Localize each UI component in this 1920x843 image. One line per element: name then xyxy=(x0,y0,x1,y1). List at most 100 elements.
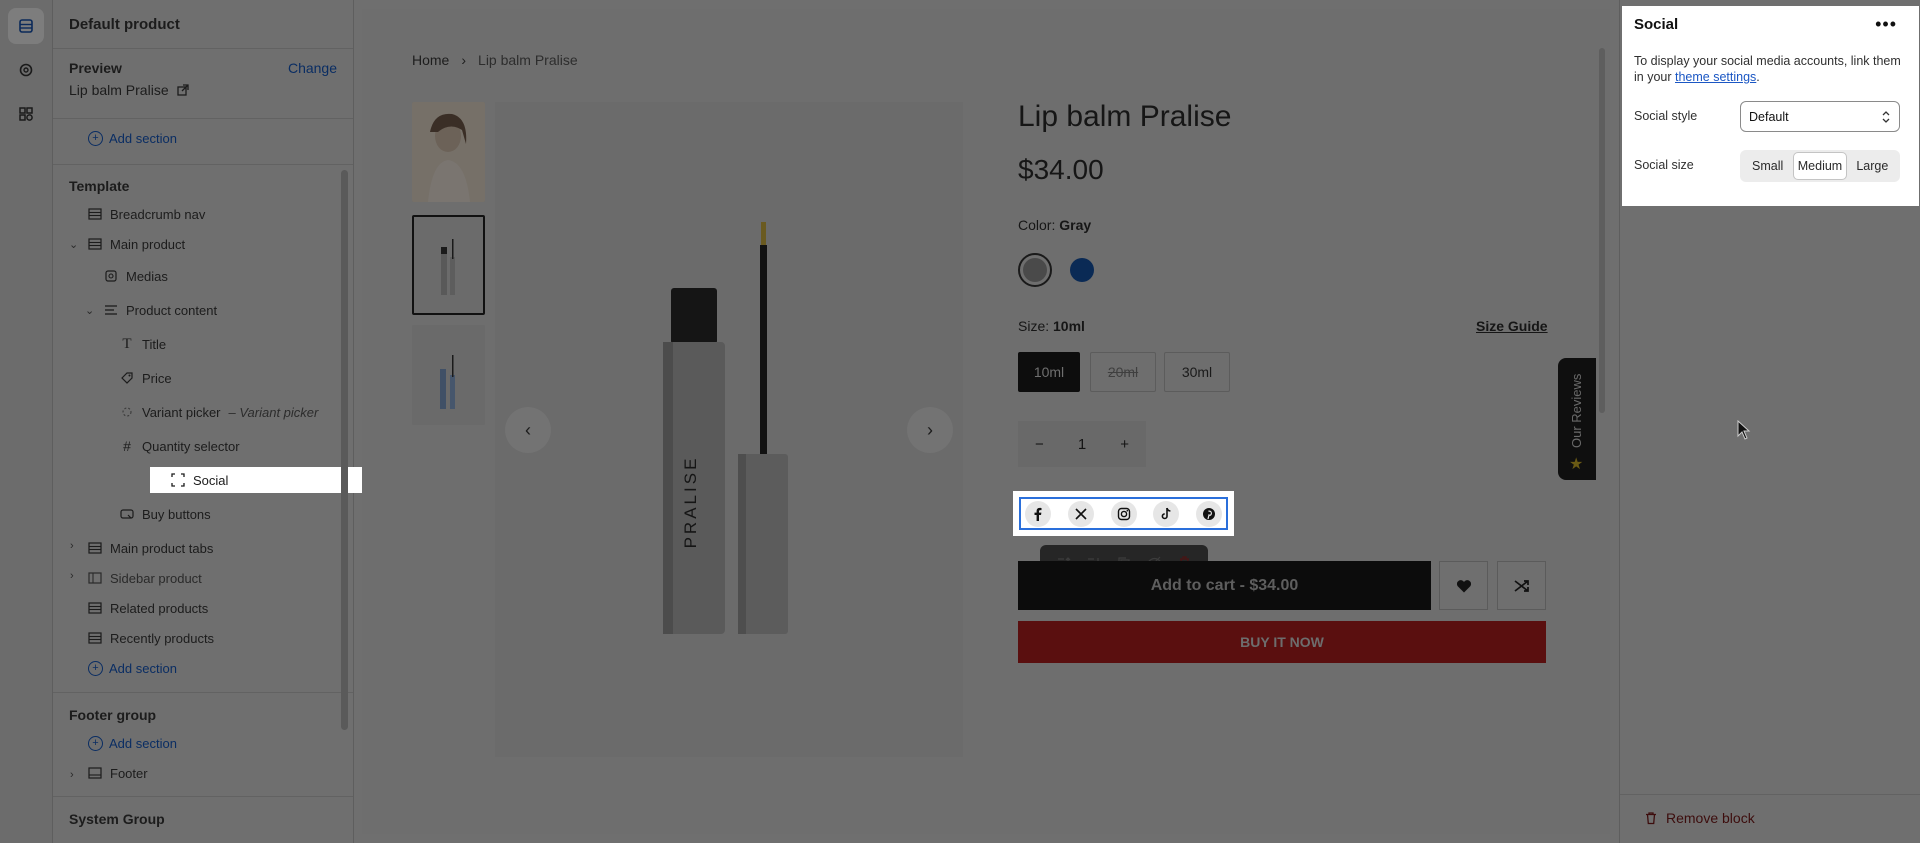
breadcrumb-home[interactable]: Home xyxy=(412,52,449,68)
tree-item-recently-products[interactable]: Recently products xyxy=(88,625,214,651)
breadcrumb: Home › Lip balm Pralise xyxy=(412,52,578,68)
size-option-20ml[interactable]: 20ml xyxy=(1090,352,1156,392)
product-thumbnail[interactable] xyxy=(412,325,485,425)
tree-item-label: Medias xyxy=(126,268,168,284)
tree-item-product-content[interactable]: Product content xyxy=(104,297,217,323)
preview-value[interactable]: Lip balm Pralise xyxy=(69,82,189,98)
text-t-icon: T xyxy=(122,335,132,352)
settings-description: To display your social media accounts, l… xyxy=(1634,53,1904,85)
tree-item-main-product-tabs[interactable]: Main product tabs xyxy=(88,535,213,561)
add-to-cart-button[interactable]: Add to cart - $34.00 xyxy=(1018,561,1431,610)
sidebar-scrollbar[interactable] xyxy=(341,170,348,730)
tree-item-main-product[interactable]: Main product xyxy=(88,231,185,257)
qty-plus-button[interactable]: + xyxy=(1120,436,1129,453)
theme-settings-link[interactable]: theme settings xyxy=(1675,70,1756,84)
tree-item-medias[interactable]: Medias xyxy=(104,263,168,289)
text-block-icon xyxy=(104,303,118,317)
apps-icon[interactable] xyxy=(8,96,44,132)
size-option-10ml[interactable]: 10ml xyxy=(1018,352,1080,392)
qty-minus-button[interactable]: − xyxy=(1035,436,1044,453)
instagram-icon[interactable] xyxy=(1110,500,1137,527)
facebook-icon[interactable] xyxy=(1025,500,1051,527)
our-reviews-tab[interactable]: Our Reviews ★ xyxy=(1558,358,1596,480)
social-size-segmented: Small Medium Large xyxy=(1740,150,1900,182)
tree-item-title[interactable]: T Title xyxy=(120,331,166,357)
tree-item-label: Sidebar product xyxy=(110,570,202,586)
tree-item-sidebar-product[interactable]: Sidebar product xyxy=(88,565,378,591)
tree-item-label: Related products xyxy=(110,600,209,616)
tiktok-icon[interactable] xyxy=(1153,500,1180,527)
remove-block-button[interactable]: Remove block xyxy=(1644,810,1755,826)
tree-item-label: Main product xyxy=(110,236,186,252)
section-icon xyxy=(88,541,102,555)
add-section-button[interactable]: + Add section xyxy=(88,131,177,146)
preview-product-name: Lip balm Pralise xyxy=(69,82,169,98)
color-swatch-gray[interactable] xyxy=(1018,253,1052,287)
canvas-scrollbar[interactable] xyxy=(1599,48,1605,413)
size-option-medium[interactable]: Medium xyxy=(1793,152,1847,180)
size-guide-link[interactable]: Size Guide xyxy=(1476,318,1548,334)
social-style-select[interactable]: Default xyxy=(1740,101,1900,132)
swatch-fill xyxy=(1070,258,1094,282)
settings-gear-icon[interactable] xyxy=(8,52,44,88)
tree-item-breadcrumb-nav[interactable]: Breadcrumb nav xyxy=(88,201,205,227)
prev-image-button[interactable]: ‹ xyxy=(505,407,551,453)
add-section-button[interactable]: + Add section xyxy=(88,661,177,676)
chevron-down-icon[interactable]: ⌄ xyxy=(69,238,78,251)
block-settings-panel: Social ••• To display your social media … xyxy=(1619,0,1920,843)
next-image-button[interactable]: › xyxy=(907,407,953,453)
footer-group-label: Footer group xyxy=(69,707,157,723)
product-thumb-image xyxy=(412,325,485,425)
chevron-right-icon[interactable]: › xyxy=(70,540,74,552)
tree-item-related-products[interactable]: Related products xyxy=(88,595,208,621)
plus-circle-icon: + xyxy=(88,736,103,751)
pinterest-icon[interactable] xyxy=(1196,500,1222,527)
tree-item-label: Footer xyxy=(110,765,148,781)
hash-icon: # xyxy=(123,438,131,454)
buy-button-icon xyxy=(120,507,134,521)
size-option-large[interactable]: Large xyxy=(1847,152,1898,180)
size-option-30ml[interactable]: 30ml xyxy=(1164,352,1230,392)
social-block-highlight[interactable] xyxy=(1013,491,1234,536)
tree-item-buy-buttons[interactable]: Buy buttons xyxy=(120,501,211,527)
breadcrumb-separator-icon: › xyxy=(461,52,467,68)
tree-item-label: Title xyxy=(142,336,167,352)
system-group-label: System Group xyxy=(69,811,165,827)
tree-item-label: Social xyxy=(193,472,229,488)
tree-item-price[interactable]: Price xyxy=(120,365,172,391)
compare-button[interactable] xyxy=(1497,561,1546,610)
wishlist-button[interactable] xyxy=(1439,561,1488,610)
chevron-right-icon[interactable]: › xyxy=(70,570,74,582)
mascara-product-image: PRALISE xyxy=(495,102,963,757)
preview-change-link[interactable]: Change xyxy=(288,60,337,76)
tree-item-footer[interactable]: Footer xyxy=(88,760,148,786)
color-swatch-blue[interactable] xyxy=(1065,253,1099,287)
price-tag-icon xyxy=(120,371,134,385)
media-icon xyxy=(104,269,118,283)
divider xyxy=(53,692,353,693)
add-section-label: Add section xyxy=(109,131,177,146)
tree-item-label: Quantity selector xyxy=(142,438,240,454)
chevron-down-icon[interactable]: ⌄ xyxy=(85,304,94,317)
size-option-small[interactable]: Small xyxy=(1742,152,1793,180)
template-title: Default product xyxy=(69,16,180,33)
section-icon xyxy=(88,601,102,615)
more-options-icon[interactable]: ••• xyxy=(1875,14,1897,35)
product-main-image[interactable]: PRALISE ‹ › xyxy=(495,102,963,757)
qty-value[interactable]: 1 xyxy=(1078,436,1086,453)
x-icon[interactable] xyxy=(1067,500,1094,527)
chevron-right-icon[interactable]: › xyxy=(70,769,74,781)
product-thumbnail-selected[interactable] xyxy=(412,215,485,315)
divider xyxy=(53,48,353,49)
buy-it-now-button[interactable]: BUY IT NOW xyxy=(1018,621,1546,663)
add-section-button[interactable]: + Add section xyxy=(88,736,177,751)
product-thumbnail[interactable] xyxy=(412,102,485,202)
tree-item-quantity-selector[interactable]: # Quantity selector xyxy=(120,433,240,459)
sections-icon[interactable] xyxy=(8,8,44,44)
heart-icon xyxy=(1456,579,1471,592)
external-link-icon xyxy=(176,84,189,96)
breadcrumb-current: Lip balm Pralise xyxy=(478,52,578,68)
color-value: Gray xyxy=(1059,217,1092,233)
sidebar-layout-icon xyxy=(88,571,102,585)
tree-item-variant-picker[interactable]: Variant picker – Variant picker xyxy=(120,399,318,425)
